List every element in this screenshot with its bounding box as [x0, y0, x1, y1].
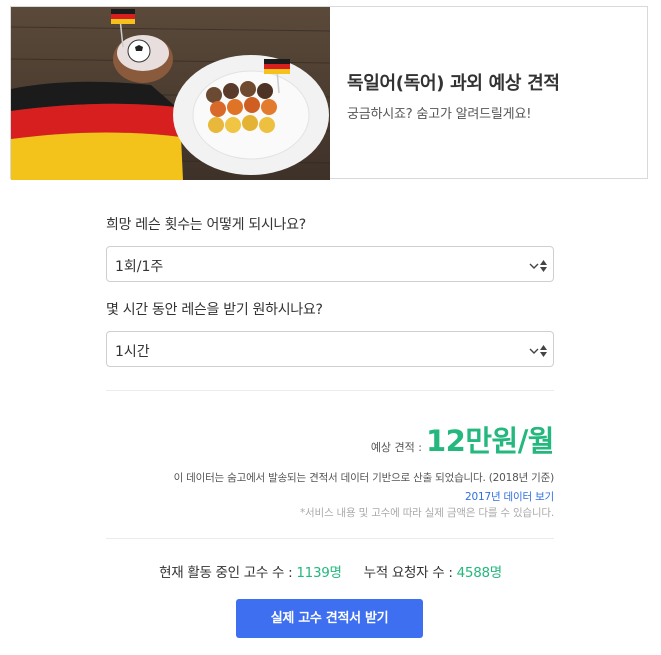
lesson-frequency-select[interactable]: 1회/1주 — [106, 246, 554, 282]
divider — [106, 390, 554, 391]
lesson-frequency-value: 1회/1주 — [115, 259, 164, 275]
estimate-label: 예상 견적 : — [370, 441, 422, 454]
estimate-row: 예상 견적 : 12만원/월 — [370, 418, 555, 460]
estimate-value: 12만원/월 — [426, 424, 555, 458]
chevron-down-icon — [529, 342, 539, 361]
banner-subtitle: 궁금하시죠? 숨고가 알려드릴게요! — [347, 107, 532, 122]
lesson-frequency-group: 희망 레슨 횟수는 어떻게 되시나요? 1회/1주 — [106, 214, 554, 282]
sort-arrows-icon — [540, 258, 547, 272]
banner-photo — [11, 7, 330, 180]
sort-arrows-icon — [540, 343, 547, 357]
divider — [106, 538, 554, 539]
data-basis-note: 이 데이터는 숨고에서 발송되는 견적서 데이터 기반으로 산출 되었습니다. … — [173, 472, 555, 484]
view-2017-data-link[interactable]: 2017년 데이터 보기 — [465, 489, 554, 504]
get-quotes-button[interactable]: 실제 고수 견적서 받기 — [236, 599, 423, 638]
stats-row: 현재 활동 중인 고수 수 : 1139명 누적 요청자 수 : 4588명 — [0, 561, 661, 581]
lesson-frequency-label: 희망 레슨 횟수는 어떻게 되시나요? — [106, 217, 306, 233]
disclaimer-note: *서비스 내용 및 고수에 따라 실제 금액은 다를 수 있습니다. — [299, 507, 554, 519]
total-requesters-count: 4588명 — [456, 565, 503, 581]
lesson-duration-group: 몇 시간 동안 레슨을 받기 원하시나요? 1시간 — [106, 299, 554, 367]
banner-title: 독일어(독어) 과외 예상 견적 — [347, 73, 560, 94]
active-experts-label: 현재 활동 중인 고수 수 : — [159, 565, 293, 581]
hero-banner: 독일어(독어) 과외 예상 견적 궁금하시죠? 숨고가 알려드릴게요! — [10, 6, 648, 180]
chevron-down-icon — [529, 257, 539, 276]
banner-text: 독일어(독어) 과외 예상 견적 궁금하시죠? 숨고가 알려드릴게요! — [347, 69, 560, 122]
active-experts-count: 1139명 — [296, 565, 342, 581]
lesson-duration-select[interactable]: 1시간 — [106, 331, 554, 367]
lesson-duration-value: 1시간 — [115, 344, 150, 360]
lesson-duration-label: 몇 시간 동안 레슨을 받기 원하시나요? — [106, 302, 323, 318]
total-requesters-label: 누적 요청자 수 : — [363, 565, 453, 581]
